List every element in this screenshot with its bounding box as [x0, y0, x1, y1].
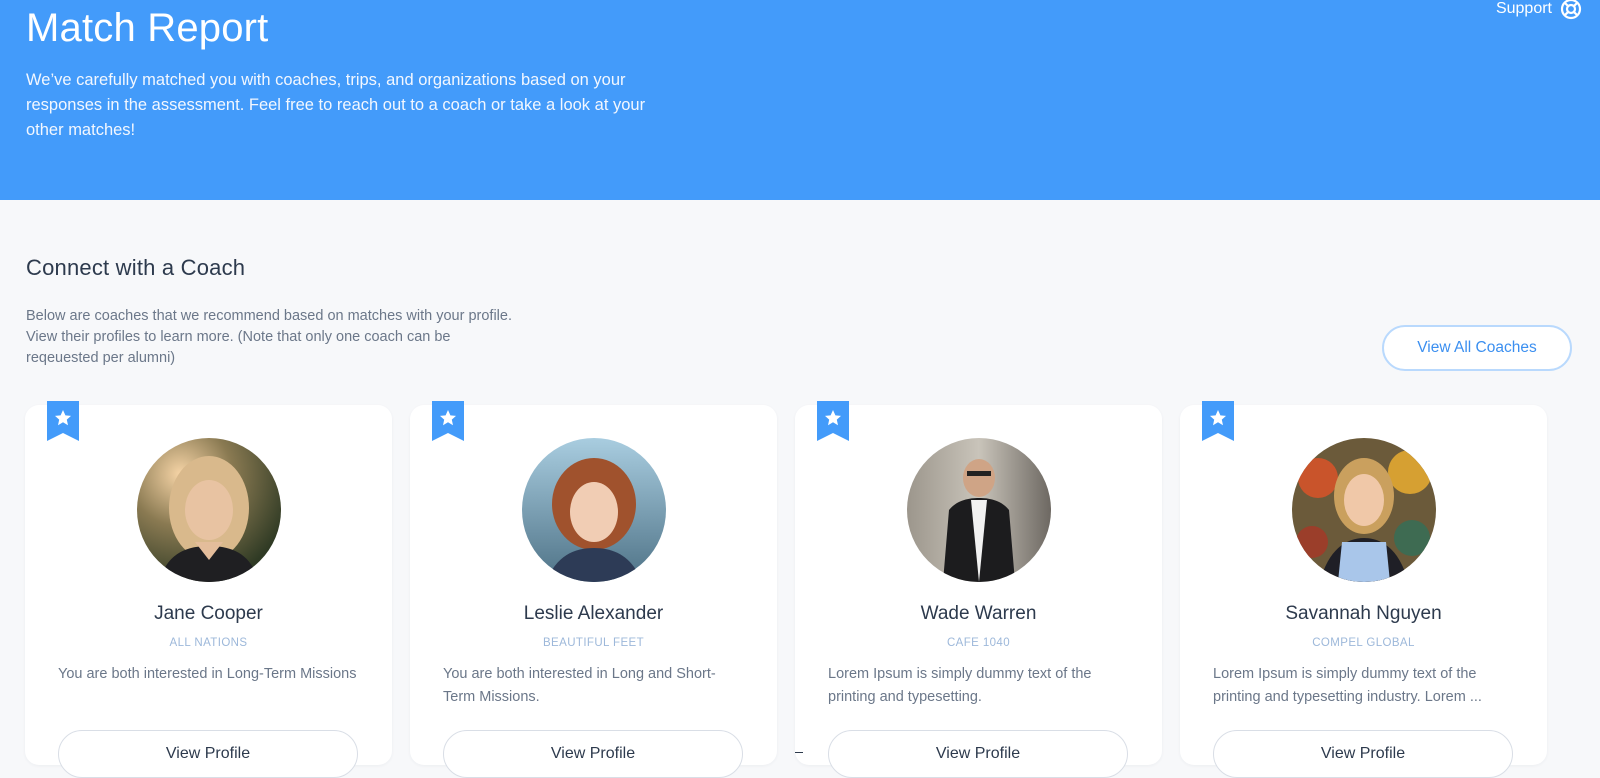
coach-organization: BEAUTIFUL FEET: [542, 637, 645, 649]
star-bookmark-icon: [817, 401, 849, 441]
star-bookmark-icon: [47, 401, 79, 441]
view-profile-button[interactable]: View Profile: [443, 730, 743, 778]
coach-card[interactable]: Savannah Nguyen COMPEL GLOBAL Lorem Ipsu…: [1180, 401, 1547, 778]
page-title: Match Report: [26, 6, 269, 50]
avatar[interactable]: [137, 438, 281, 582]
coach-name: Savannah Nguyen: [1285, 603, 1442, 624]
section-title: Connect with a Coach: [26, 255, 246, 280]
star-bookmark-icon: [1202, 401, 1234, 441]
coach-name: Wade Warren: [920, 603, 1037, 624]
divider: [795, 752, 803, 753]
match-report-header: Match Report We’ve carefully matched you…: [0, 0, 1600, 200]
coach-match-description: You are both interested in Long-Term Mis…: [58, 666, 357, 682]
support-link[interactable]: Support: [1496, 0, 1582, 20]
lifebuoy-icon: [1560, 0, 1582, 20]
coach-organization: COMPEL GLOBAL: [1312, 637, 1415, 649]
support-label: Support: [1495, 0, 1552, 17]
coach-organization: CAFE 1040: [946, 637, 1011, 649]
coach-match-description: You are both interested in Long and Shor…: [443, 666, 716, 705]
view-profile-button[interactable]: View Profile: [1213, 730, 1513, 778]
coach-card[interactable]: Leslie Alexander BEAUTIFUL FEET You are …: [410, 401, 777, 778]
view-profile-button[interactable]: View Profile: [58, 730, 358, 778]
coach-card[interactable]: Wade Warren CAFE 1040 Lorem Ipsum is sim…: [795, 401, 1162, 778]
view-all-coaches-button[interactable]: View All Coaches: [1382, 325, 1572, 371]
view-profile-button[interactable]: View Profile: [828, 730, 1128, 778]
coach-cards: Jane Cooper ALL NATIONS You are both int…: [25, 401, 1585, 778]
coach-name: Leslie Alexander: [523, 603, 664, 624]
coach-match-description: Lorem Ipsum is simply dummy text of the …: [828, 666, 1092, 705]
page-description: We’ve carefully matched you with coaches…: [26, 71, 646, 139]
avatar[interactable]: [1292, 438, 1436, 582]
coach-name: Jane Cooper: [154, 603, 263, 624]
coach-organization: ALL NATIONS: [169, 637, 248, 649]
coach-match-description: Lorem Ipsum is simply dummy text of the …: [1213, 666, 1482, 705]
coach-card[interactable]: Jane Cooper ALL NATIONS You are both int…: [25, 401, 392, 778]
section-description: Below are coaches that we recommend base…: [26, 308, 512, 366]
star-bookmark-icon: [432, 401, 464, 441]
avatar[interactable]: [522, 438, 666, 582]
avatar[interactable]: [907, 438, 1051, 582]
